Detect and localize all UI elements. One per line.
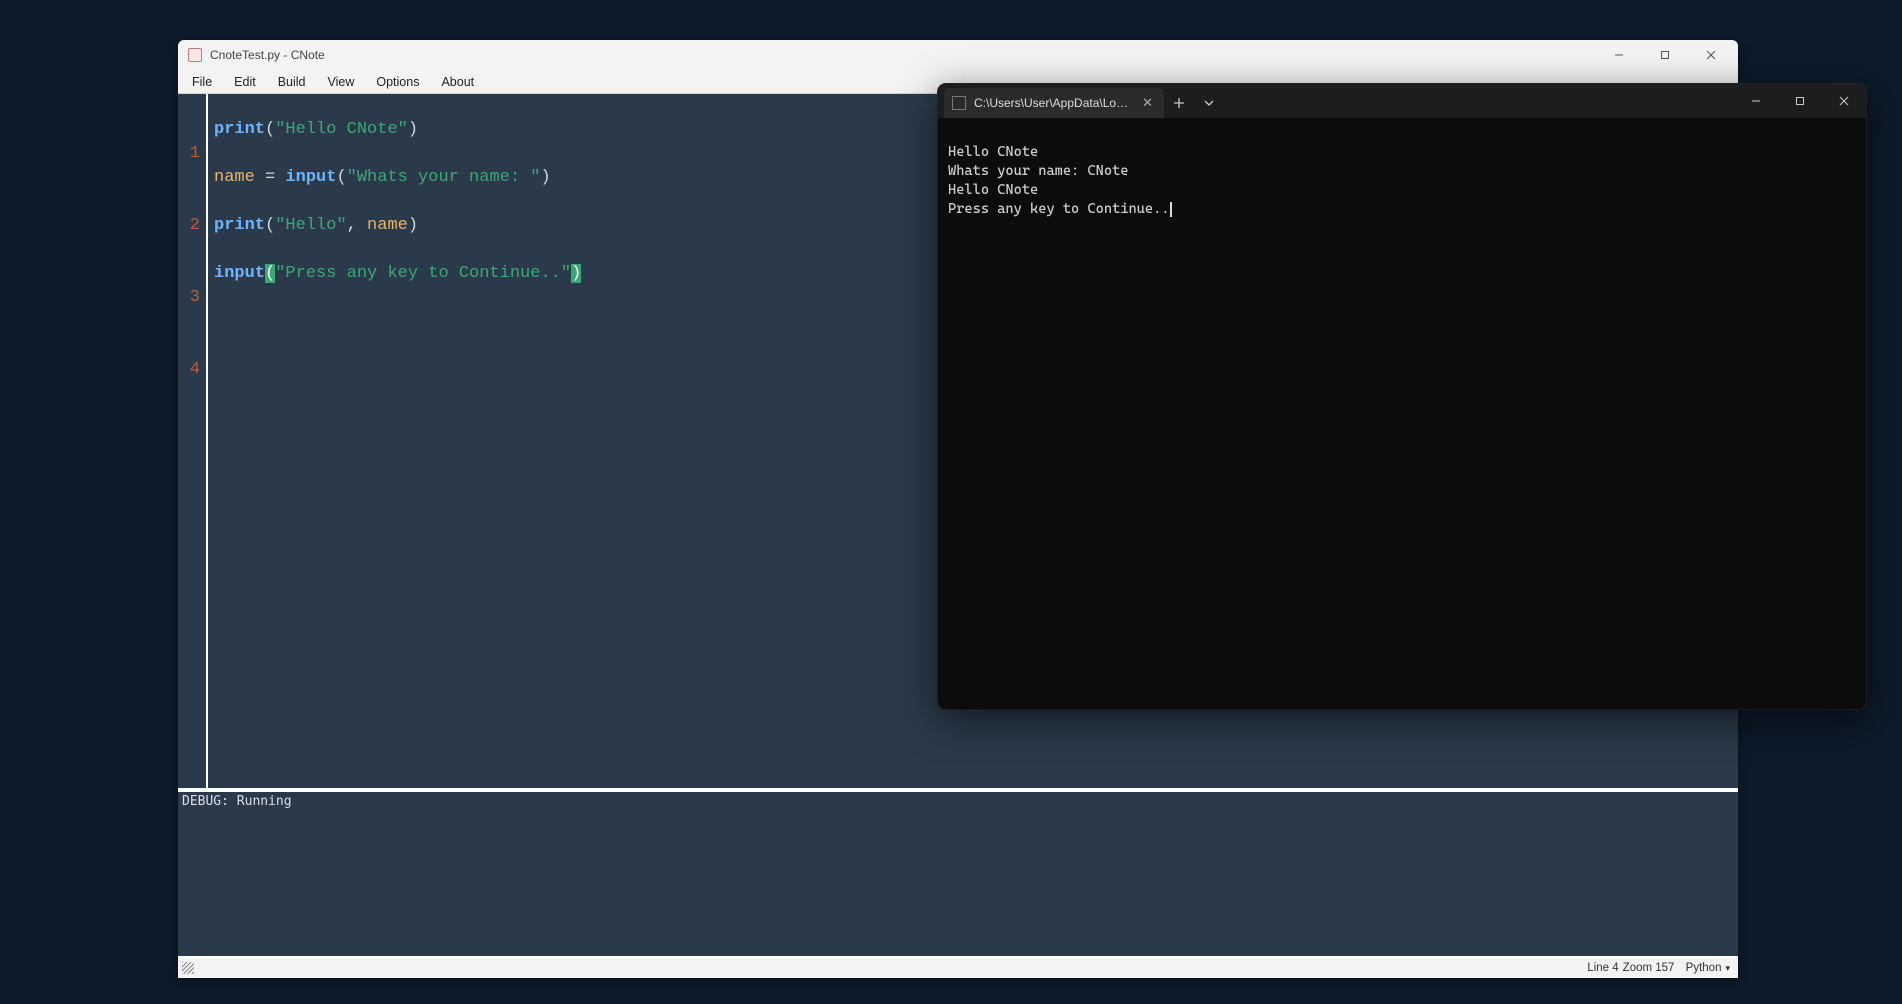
line-number: 4 bbox=[178, 358, 200, 382]
term-line: Hello CNote bbox=[948, 182, 1038, 198]
term-line: Whats your name: CNote bbox=[948, 163, 1128, 179]
terminal-close-button[interactable] bbox=[1822, 84, 1866, 118]
terminal-maximize-button[interactable] bbox=[1778, 84, 1822, 118]
terminal-tab[interactable]: C:\Users\User\AppData\Local\P\ ✕ bbox=[944, 88, 1164, 118]
terminal-window: C:\Users\User\AppData\Local\P\ ✕ Hello C… bbox=[938, 84, 1866, 709]
status-line: Line 4 bbox=[1587, 962, 1618, 974]
debug-output-pane[interactable]: DEBUG: Running bbox=[178, 788, 1738, 958]
menu-edit[interactable]: Edit bbox=[224, 72, 266, 92]
terminal-window-controls bbox=[1734, 84, 1866, 118]
line-number: 1 bbox=[178, 142, 200, 166]
terminal-tab-title: C:\Users\User\AppData\Local\P\ bbox=[974, 96, 1131, 110]
line-number-gutter: 1 2 3 4 bbox=[178, 94, 208, 788]
line-number: 3 bbox=[178, 286, 200, 310]
terminal-title-bar[interactable]: C:\Users\User\AppData\Local\P\ ✕ bbox=[938, 84, 1866, 118]
chevron-down-icon[interactable]: ▾ bbox=[1725, 963, 1730, 974]
menu-about[interactable]: About bbox=[431, 72, 484, 92]
editor-title-bar[interactable]: CnoteTest.py - CNote bbox=[178, 40, 1738, 70]
status-zoom: Zoom 157 bbox=[1623, 962, 1675, 974]
resize-grip-icon[interactable] bbox=[182, 962, 194, 974]
tab-close-icon[interactable]: ✕ bbox=[1139, 95, 1156, 111]
editor-maximize-button[interactable] bbox=[1642, 40, 1688, 70]
term-line: Press any key to Continue.. bbox=[948, 201, 1169, 217]
terminal-minimize-button[interactable] bbox=[1734, 84, 1778, 118]
editor-close-button[interactable] bbox=[1688, 40, 1734, 70]
debug-output-text: DEBUG: Running bbox=[182, 794, 292, 809]
line-number: 2 bbox=[178, 214, 200, 238]
terminal-new-tab-button[interactable] bbox=[1164, 88, 1194, 118]
cnote-app-icon bbox=[188, 48, 202, 62]
menu-view[interactable]: View bbox=[318, 72, 365, 92]
terminal-output[interactable]: Hello CNote Whats your name: CNote Hello… bbox=[938, 118, 1866, 709]
editor-minimize-button[interactable] bbox=[1596, 40, 1642, 70]
terminal-cursor bbox=[1170, 202, 1172, 217]
status-lang[interactable]: Python bbox=[1686, 962, 1722, 974]
editor-title: CnoteTest.py - CNote bbox=[210, 48, 325, 62]
menu-file[interactable]: File bbox=[182, 72, 222, 92]
terminal-tab-dropdown[interactable] bbox=[1194, 88, 1224, 118]
editor-window-controls bbox=[1596, 40, 1734, 70]
menu-build[interactable]: Build bbox=[268, 72, 316, 92]
editor-status-bar: Line 4 Zoom 157 Python ▾ bbox=[178, 958, 1738, 978]
menu-options[interactable]: Options bbox=[366, 72, 429, 92]
terminal-tab-icon bbox=[952, 96, 966, 110]
term-line: Hello CNote bbox=[948, 144, 1038, 160]
